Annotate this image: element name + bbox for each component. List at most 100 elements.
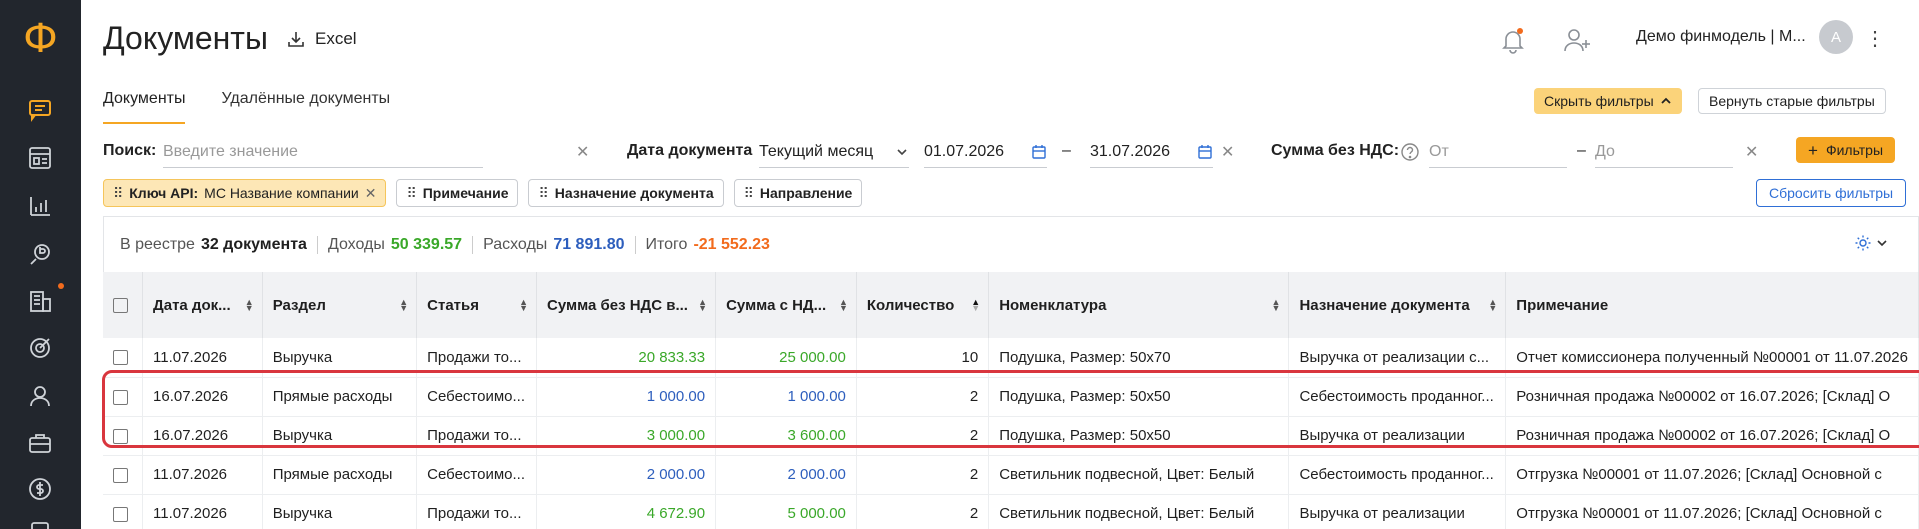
sum-to-field[interactable]: До — [1595, 136, 1733, 168]
tab-deleted-documents[interactable]: Удалённые документы — [221, 90, 390, 124]
sort-icon[interactable]: ▲ ▼ — [839, 298, 848, 313]
sort-icon[interactable]: ▲ ▼ — [245, 298, 254, 313]
table-row[interactable]: 16.07.2026 Выручка Продажи то... 3 000.0… — [103, 416, 1919, 456]
cell-nomenclature: Светильник подвесной, Цвет: Белый — [988, 455, 1290, 495]
drag-handle-icon[interactable]: ⠿ — [744, 185, 754, 202]
cell-note: Отчет комиссионера полученный №00001 от … — [1505, 338, 1919, 378]
select-all-cell[interactable] — [103, 272, 144, 338]
select-all-checkbox[interactable] — [113, 298, 128, 314]
sort-icon[interactable]: ▲ ▼ — [698, 298, 707, 313]
table-row[interactable]: 11.07.2026 Прямые расходы Себестоимо... … — [103, 455, 1919, 495]
document-icon[interactable] — [22, 515, 58, 529]
drag-handle-icon[interactable]: ⠿ — [538, 185, 548, 202]
avatar[interactable]: А — [1819, 20, 1853, 54]
column-header-date[interactable]: Дата док... ▲ ▼ — [142, 272, 263, 338]
chart-icon[interactable] — [22, 188, 58, 224]
date-to-field[interactable]: 31.07.2026 — [1090, 136, 1213, 168]
sidebar: Ф — [0, 0, 81, 529]
column-header-article-label: Статья — [427, 296, 479, 314]
sum-to-placeholder: До — [1595, 142, 1615, 160]
money-flow-icon[interactable] — [22, 236, 58, 272]
table-row[interactable]: 11.07.2026 Выручка Продажи то... 20 833.… — [103, 338, 1919, 378]
return-old-filters-button[interactable]: Вернуть старые фильтры — [1698, 88, 1886, 114]
chip-api-key-value: МС Название компании — [204, 185, 359, 201]
sort-icon[interactable]: ▲ ▼ — [519, 298, 528, 313]
chat-icon[interactable] — [22, 92, 58, 128]
sum-clear-icon[interactable]: ✕ — [1745, 142, 1758, 162]
sort-icon[interactable]: ▲ ▼ — [1488, 298, 1497, 313]
sort-active-icon[interactable]: ▲ ▼ — [971, 298, 980, 313]
cell-date: 16.07.2026 — [142, 377, 263, 417]
users-icon[interactable] — [22, 378, 58, 414]
cell-article: Продажи то... — [416, 338, 538, 378]
cell-date: 16.07.2026 — [142, 416, 263, 456]
column-header-purpose[interactable]: Назначение документа ▲ ▼ — [1288, 272, 1507, 338]
cell-quantity: 2 — [856, 416, 990, 456]
chip-note-label: Примечание — [422, 185, 509, 201]
tab-documents[interactable]: Документы — [103, 90, 186, 124]
briefcase-icon[interactable] — [22, 425, 58, 461]
column-header-date-label: Дата док... — [153, 296, 231, 314]
close-icon[interactable]: ✕ — [365, 185, 377, 202]
chevron-down-icon — [897, 148, 907, 155]
drag-handle-icon[interactable]: ⠿ — [113, 185, 123, 202]
column-header-section[interactable]: Раздел ▲ ▼ — [262, 272, 418, 338]
filters-button[interactable]: + Фильтры — [1796, 137, 1896, 163]
excel-export-button[interactable]: Excel — [287, 29, 357, 49]
cell-note: Отгрузка №00001 от 11.07.2026; [Склад] О… — [1505, 455, 1919, 495]
chip-direction[interactable]: ⠿ Направление — [733, 179, 863, 207]
sort-icon[interactable]: ▲ ▼ — [399, 298, 408, 313]
date-clear-icon[interactable]: ✕ — [1221, 142, 1234, 162]
sum-from-field[interactable]: От — [1429, 136, 1567, 168]
table-row[interactable]: 11.07.2026 Выручка Продажи то... 4 672.9… — [103, 494, 1919, 529]
hide-filters-button[interactable]: Скрыть фильтры — [1534, 88, 1682, 114]
row-checkbox[interactable] — [113, 389, 128, 405]
date-from-field[interactable]: 01.07.2026 — [924, 136, 1047, 168]
column-header-note[interactable]: Примечание — [1505, 272, 1919, 338]
target-icon[interactable] — [22, 330, 58, 366]
column-header-quantity[interactable]: Количество ▲ ▼ — [856, 272, 990, 338]
reset-filters-button[interactable]: Сбросить фильтры — [1756, 179, 1907, 207]
calendar-icon — [1198, 144, 1212, 159]
building-icon[interactable] — [22, 283, 58, 319]
cell-section: Выручка — [262, 338, 418, 378]
row-checkbox[interactable] — [113, 428, 128, 444]
registry-label: В реестре — [120, 235, 195, 253]
more-vertical-icon[interactable]: ⋮ — [1865, 26, 1885, 51]
dashboard-icon[interactable] — [22, 140, 58, 176]
search-input[interactable]: Введите значение — [163, 136, 483, 168]
help-icon[interactable] — [1400, 142, 1420, 162]
row-checkbox[interactable] — [113, 350, 128, 366]
sort-icon[interactable]: ▲ ▼ — [1272, 298, 1281, 313]
total-label: Итого — [645, 235, 688, 253]
add-user-icon[interactable] — [1562, 26, 1592, 59]
row-checkbox[interactable] — [113, 467, 128, 483]
table-row[interactable]: 16.07.2026 Прямые расходы Себестоимо... … — [103, 377, 1919, 417]
drag-handle-icon[interactable]: ⠿ — [406, 185, 416, 202]
cell-quantity: 10 — [856, 338, 990, 378]
column-header-sum-no-vat[interactable]: Сумма без НДС в... ▲ ▼ — [536, 272, 717, 338]
date-period-select[interactable]: Текущий месяц — [759, 136, 909, 168]
cell-sum-no-vat: 2 000.00 — [536, 455, 717, 495]
chip-note[interactable]: ⠿ Примечание — [396, 179, 519, 207]
filters-button-label: Фильтры — [1825, 142, 1884, 158]
chip-api-key[interactable]: ⠿ Ключ API: МС Название компании ✕ — [103, 179, 387, 207]
cell-purpose: Себестоимость проданног... — [1288, 377, 1507, 417]
chip-document-purpose[interactable]: ⠿ Назначение документа — [528, 179, 724, 207]
bell-icon[interactable] — [1499, 26, 1527, 59]
row-checkbox[interactable] — [113, 506, 128, 522]
sum-from-placeholder: От — [1429, 142, 1449, 160]
dollar-icon[interactable] — [22, 471, 58, 507]
date-label: Дата документа — [627, 142, 753, 159]
column-header-sum-vat[interactable]: Сумма с НД... ▲ ▼ — [715, 272, 857, 338]
cell-note: Розничная продажа №00002 от 16.07.2026; … — [1505, 416, 1919, 456]
column-header-article[interactable]: Статья ▲ ▼ — [416, 272, 538, 338]
cell-section: Прямые расходы — [262, 377, 418, 417]
search-clear-icon[interactable]: ✕ — [576, 142, 589, 162]
divider — [316, 235, 318, 254]
divider — [634, 235, 636, 254]
table-settings-button[interactable] — [1854, 234, 1888, 252]
cell-article: Продажи то... — [416, 494, 538, 529]
company-selector[interactable]: Демо финмодель | М... — [1636, 28, 1806, 46]
column-header-nomenclature[interactable]: Номенклатура ▲ ▼ — [988, 272, 1290, 338]
